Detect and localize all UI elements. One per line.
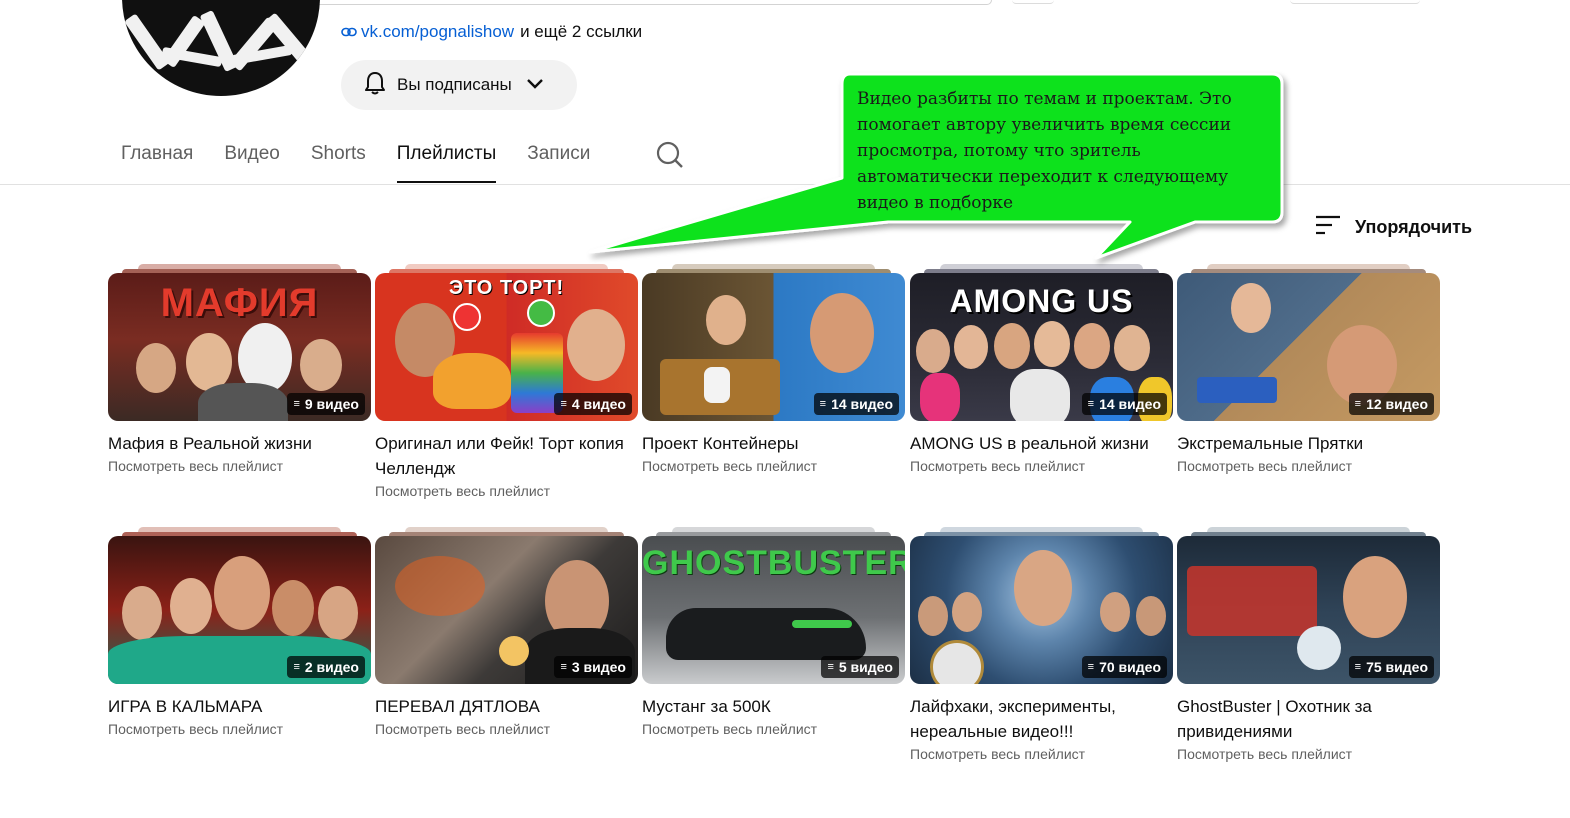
search-icon[interactable] [655,140,685,175]
tab-posts[interactable]: Записи [527,140,590,184]
playlist-thumbnail[interactable]: ≡ 3 видео [375,536,638,684]
view-playlist-link[interactable]: Посмотреть весь плейлист [642,721,905,737]
playlist-card[interactable]: МАФИЯ ≡ 9 видео Мафия в Реальной жизни По… [108,264,371,474]
channel-tabs: Главная Видео Shorts Плейлисты Записи [121,140,621,184]
playlist-title[interactable]: GhostBuster | Охотник за привидениями [1177,694,1440,744]
playlist-title[interactable]: Оригинал или Фейк! Торт копия Челлендж [375,431,638,481]
video-count-badge: ≡ 12 видео [1348,393,1434,415]
tab-shorts[interactable]: Shorts [311,140,366,184]
playlist-card[interactable]: AMONG US ≡ 14 видео AMONG US в реальной ж… [910,264,1173,474]
playlist-card[interactable]: ЭТО ТОРТ! ≡ 4 видео Оригинал или Фейк! То… [375,264,638,499]
playlist-thumbnail[interactable]: ≡ 2 видео [108,536,371,684]
playlist-icon: ≡ [1087,398,1095,410]
search-bar-edge [240,0,992,5]
video-count-badge: ≡ 2 видео [287,656,365,678]
playlist-title[interactable]: ПЕРЕВАЛ ДЯТЛОВА [375,694,638,719]
playlist-title[interactable]: ИГРА В КАЛЬМАРА [108,694,371,719]
playlist-thumbnail[interactable]: AMONG US ≡ 14 видео [910,273,1173,421]
playlist-icon: ≡ [293,661,300,673]
view-playlist-link[interactable]: Посмотреть весь плейлист [910,746,1173,762]
playlist-icon: ≡ [1087,661,1095,673]
channel-avatar[interactable] [122,0,320,96]
view-playlist-link[interactable]: Посмотреть весь плейлист [642,458,905,474]
video-count-badge: ≡ 75 видео [1348,656,1434,678]
playlist-icon: ≡ [1354,661,1362,673]
header-button-edge [1012,0,1054,4]
playlist-thumbnail[interactable]: GHOSTBUSTER ≡ 5 видео [642,536,905,684]
playlist-thumbnail[interactable]: МАФИЯ ≡ 9 видео [108,273,371,421]
tab-playlists[interactable]: Плейлисты [396,140,497,184]
view-playlist-link[interactable]: Посмотреть весь плейлист [375,483,638,499]
video-count-badge: ≡ 14 видео [1081,393,1167,415]
video-count-badge: ≡ 4 видео [554,393,632,415]
playlist-thumbnail[interactable]: ЭТО ТОРТ! ≡ 4 видео [375,273,638,421]
video-count-badge: ≡ 9 видео [287,393,365,415]
tabs-divider [0,184,1570,185]
view-playlist-link[interactable]: Посмотреть весь плейлист [1177,458,1440,474]
thumbnail-title: AMONG US [949,283,1134,319]
view-playlist-link[interactable]: Посмотреть весь плейлист [108,721,371,737]
playlist-icon: ≡ [560,661,567,673]
tab-videos[interactable]: Видео [224,140,280,184]
sort-label: Упорядочить [1355,217,1473,237]
view-playlist-link[interactable]: Посмотреть весь плейлист [375,721,638,737]
playlist-title[interactable]: AMONG US в реальной жизни [910,431,1173,456]
playlist-icon: ≡ [293,398,300,410]
playlist-thumbnail[interactable]: ≡ 75 видео [1177,536,1440,684]
channel-link[interactable]: vk.com/pognalishow [361,22,514,42]
video-count-badge: ≡ 3 видео [554,656,632,678]
video-count-badge: ≡ 5 видео [821,656,899,678]
subscribed-button[interactable]: Вы подписаны [341,60,577,110]
view-playlist-link[interactable]: Посмотреть весь плейлист [108,458,371,474]
thumbnail-title: GHOSTBUSTER [642,544,905,582]
playlist-title[interactable]: Мустанг за 500К [642,694,905,719]
view-playlist-link[interactable]: Посмотреть весь плейлист [910,458,1173,474]
playlist-icon: ≡ [1354,398,1362,410]
video-count-badge: ≡ 14 видео [813,393,899,415]
channel-links: vk.com/pognalishow и ещё 2 ссылки [341,22,642,42]
playlist-card[interactable]: ≡ 75 видео GhostBuster | Охотник за приви… [1177,527,1440,762]
header-button-edge [1290,0,1420,4]
playlist-card[interactable]: ≡ 2 видео ИГРА В КАЛЬМАРА Посмотреть весь… [108,527,371,737]
view-playlist-link[interactable]: Посмотреть весь плейлист [1177,746,1440,762]
playlist-card[interactable]: ≡ 70 видео Лайфхаки, эксперименты, нереал… [910,527,1173,762]
video-count-badge: ≡ 70 видео [1081,656,1167,678]
sort-button[interactable]: Упорядочить [1315,214,1472,241]
playlist-title[interactable]: Мафия в Реальной жизни [108,431,371,456]
playlist-icon: ≡ [560,398,567,410]
playlist-icon: ≡ [827,661,834,673]
more-links[interactable]: и ещё 2 ссылки [520,22,642,42]
subscribed-label: Вы подписаны [397,75,512,94]
playlist-card[interactable]: GHOSTBUSTER ≡ 5 видео Мустанг за 500К Пос… [642,527,905,737]
playlist-title[interactable]: Экстремальные Прятки [1177,431,1440,456]
playlist-card[interactable]: ≡ 14 видео Проект Контейнеры Посмотреть в… [642,264,905,474]
link-icon [341,24,357,41]
tab-home[interactable]: Главная [121,140,193,184]
playlist-card[interactable]: ≡ 12 видео Экстремальные Прятки Посмотрет… [1177,264,1440,474]
playlist-card[interactable]: ≡ 3 видео ПЕРЕВАЛ ДЯТЛОВА Посмотреть весь… [375,527,638,737]
callout-text: Видео разбиты по темам и проектам. Это п… [857,89,1232,213]
thumbnail-title: МАФИЯ [160,281,319,325]
chevron-down-icon [526,75,544,95]
bell-icon [363,70,387,101]
playlist-thumbnail[interactable]: ≡ 14 видео [642,273,905,421]
playlist-thumbnail[interactable]: ≡ 12 видео [1177,273,1440,421]
playlist-thumbnail[interactable]: ≡ 70 видео [910,536,1173,684]
playlist-icon: ≡ [819,398,827,410]
sort-icon [1315,214,1341,241]
playlist-title[interactable]: Лайфхаки, эксперименты, нереальные видео… [910,694,1173,744]
thumbnail-title: ЭТО ТОРТ! [448,277,565,299]
playlist-title[interactable]: Проект Контейнеры [642,431,905,456]
